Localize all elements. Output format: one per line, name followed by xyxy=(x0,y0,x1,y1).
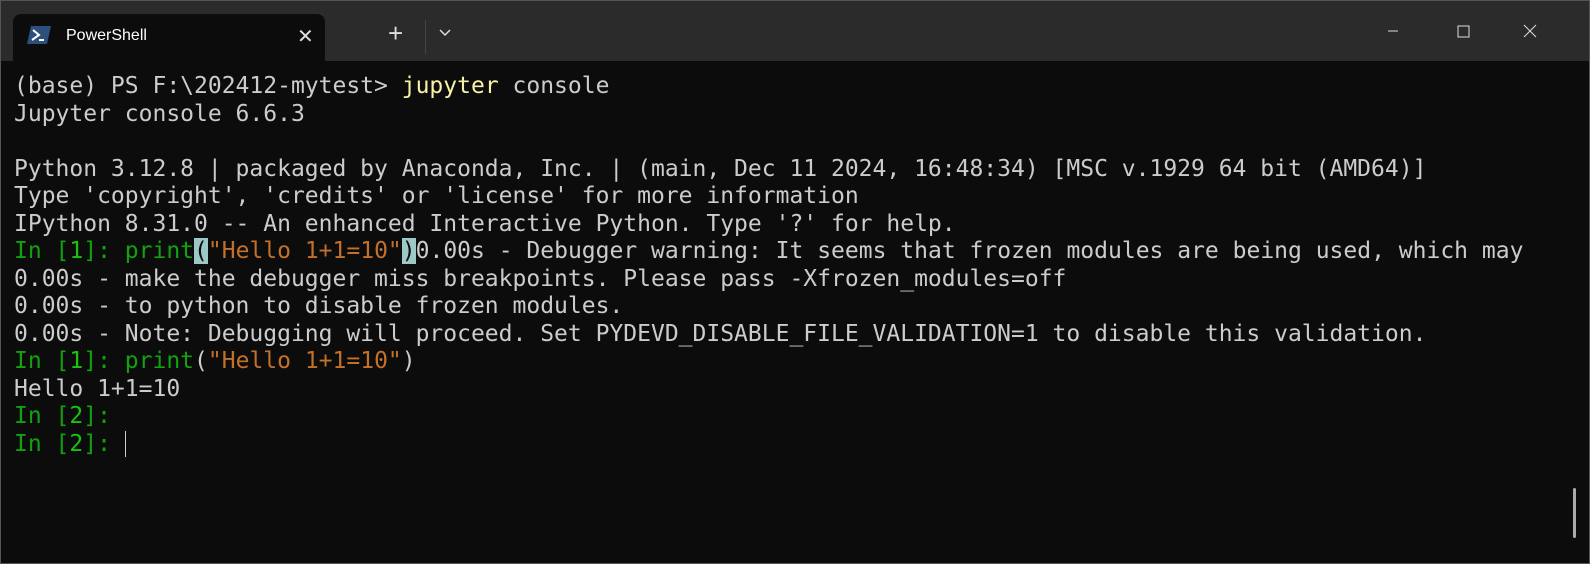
in-prompt: In [ xyxy=(14,238,70,264)
in-prompt: ]: xyxy=(83,348,125,374)
bracket-highlight: ( xyxy=(194,238,208,264)
scrollbar[interactable] xyxy=(1573,488,1576,538)
in-prompt: ]: xyxy=(83,238,125,264)
powershell-icon xyxy=(27,26,51,44)
code-string: "Hello 1+1=10" xyxy=(207,238,402,264)
close-window-button[interactable] xyxy=(1507,14,1553,48)
terminal-output[interactable]: (base) PS F:\202412-mytest> jupyter cons… xyxy=(14,73,1560,458)
prompt-number: 2 xyxy=(69,430,84,457)
code-keyword: print xyxy=(124,238,195,264)
text-cursor xyxy=(124,431,126,457)
code-string: "Hello 1+1=10" xyxy=(207,348,402,374)
prompt-number: 2 xyxy=(69,403,84,429)
terminal-line: IPython 8.31.0 -- An enhanced Interactiv… xyxy=(14,210,956,237)
in-prompt: ]: xyxy=(83,403,125,429)
terminal-line: In [2]: xyxy=(14,403,1560,431)
terminal-line: 0.00s - make the debugger miss breakpoin… xyxy=(14,265,1067,292)
minimize-button[interactable] xyxy=(1370,14,1416,48)
terminal-line: Python 3.12.8 | packaged by Anaconda, In… xyxy=(14,155,1427,182)
maximize-button[interactable] xyxy=(1440,14,1486,48)
new-tab-button[interactable]: + xyxy=(388,20,403,46)
in-prompt: ]: xyxy=(83,430,125,457)
terminal-line: In [1]: print("Hello 1+1=10")0.00s - Deb… xyxy=(14,238,1560,266)
terminal-line: In [1]: print("Hello 1+1=10") xyxy=(14,348,1560,376)
divider xyxy=(425,20,426,54)
terminal-line: Jupyter console 6.6.3 xyxy=(14,100,305,127)
command-arg: console xyxy=(498,73,610,99)
terminal-line: Type 'copyright', 'credits' or 'license'… xyxy=(14,183,859,209)
tab-powershell[interactable]: PowerShell ✕ xyxy=(13,14,325,61)
code-paren: ) xyxy=(401,348,416,374)
bracket-highlight: ) xyxy=(401,238,416,264)
warning-text: 0.00s - Debugger warning: It seems that … xyxy=(415,238,1524,264)
code-paren: ( xyxy=(194,348,208,374)
title-bar: PowerShell ✕ + xyxy=(0,0,1590,61)
close-tab-icon[interactable]: ✕ xyxy=(297,24,314,49)
tab-label: PowerShell xyxy=(66,27,147,44)
terminal-line: 0.00s - to python to disable frozen modu… xyxy=(14,293,624,319)
terminal-line: (base) PS F:\202412-mytest> jupyter cons… xyxy=(14,73,1560,101)
in-prompt: In [ xyxy=(14,348,70,374)
terminal-line: 0.00s - Note: Debugging will proceed. Se… xyxy=(14,320,1427,347)
terminal-line: In [2]: xyxy=(14,431,1560,459)
terminal-line: Hello 1+1=10 xyxy=(14,375,181,402)
in-prompt: In [ xyxy=(14,403,70,429)
code-keyword: print xyxy=(124,348,195,374)
prompt-number: 1 xyxy=(69,238,84,264)
command: jupyter xyxy=(401,73,499,99)
in-prompt: In [ xyxy=(14,430,70,457)
chevron-down-icon[interactable] xyxy=(438,26,452,40)
prompt-number: 1 xyxy=(69,348,84,374)
prompt: (base) PS F:\202412-mytest> xyxy=(14,73,402,99)
